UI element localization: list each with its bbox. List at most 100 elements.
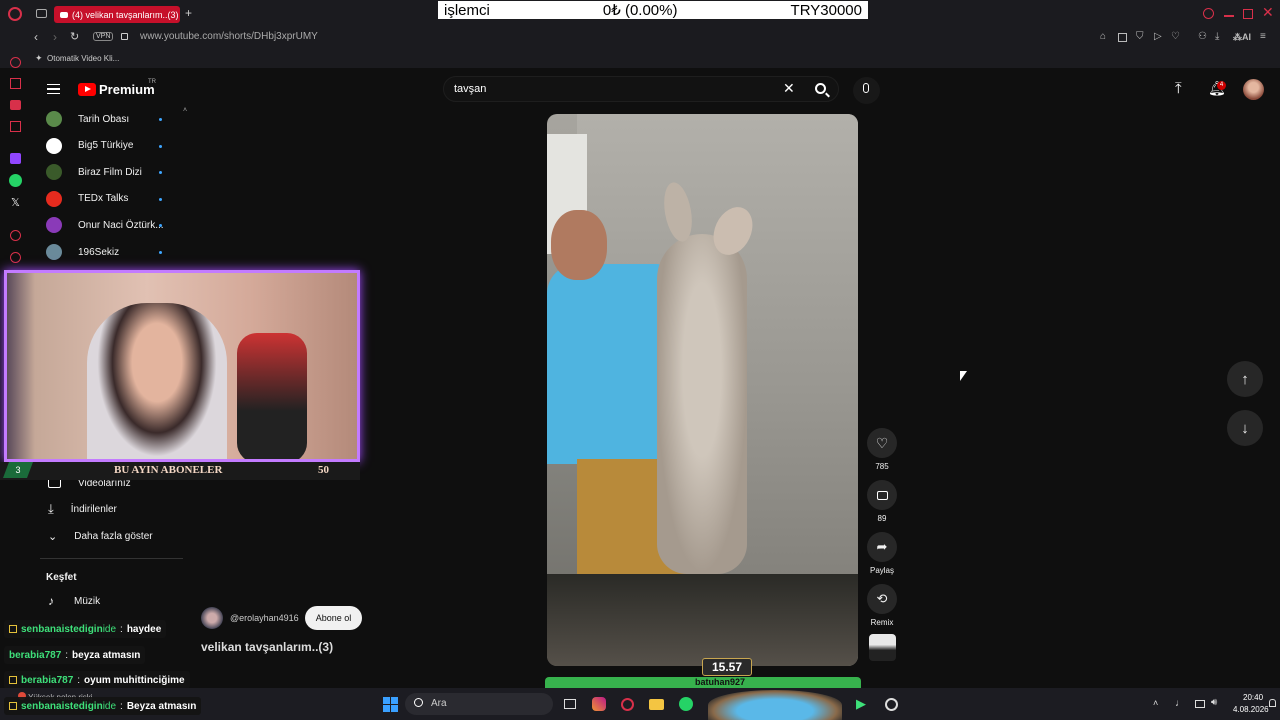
clear-search-icon[interactable]: ✕ <box>783 80 795 97</box>
sidebar-item-label: Daha fazla göster <box>74 530 153 542</box>
heart-icon[interactable]: ♡ <box>1171 31 1180 42</box>
whatsapp-taskbar-icon[interactable] <box>676 694 696 714</box>
subs-count: 50 <box>318 464 329 476</box>
menu-icon[interactable]: ≡ <box>1260 31 1266 42</box>
taskbar-search[interactable]: Ara <box>405 693 553 715</box>
notification-tray-icon[interactable] <box>1269 699 1276 707</box>
bookmark-star-icon: ✦ <box>35 53 43 63</box>
task-view-icon[interactable] <box>560 694 580 714</box>
notification-badge: 4 <box>1217 81 1226 90</box>
logo-region: TR <box>148 79 156 85</box>
app-icon[interactable] <box>881 694 901 714</box>
sidebar-item-label: İndirilenler <box>70 503 117 515</box>
display-tray-icon[interactable] <box>1195 700 1205 708</box>
chat-colon: : <box>77 674 81 686</box>
new-content-dot <box>159 251 162 254</box>
badge-level: 3 <box>3 462 33 478</box>
sidebar-item-music[interactable]: ♪ Müzik <box>40 589 180 613</box>
like-icon: ♡ <box>875 434 889 451</box>
whatsapp-icon[interactable] <box>9 174 22 187</box>
clock-time[interactable]: 20:40 <box>1243 693 1263 702</box>
youtube-logo-icon[interactable] <box>78 83 96 96</box>
sidebar-item-label: Big5 Türkiye <box>78 140 134 152</box>
channel-avatar-icon <box>46 190 62 207</box>
active-tab[interactable]: (4) velikan tavşanlarım..(3) <box>54 6 180 23</box>
bookmark-item[interactable]: Otomatik Video Kli... <box>47 54 119 63</box>
instagram-icon[interactable] <box>589 694 609 714</box>
opera-taskbar-icon[interactable] <box>617 694 637 714</box>
x-icon[interactable]: 𝕏 <box>11 196 20 209</box>
ticker-overlay: işlemci 0₺ (0.00%) TRY30000 <box>438 1 868 19</box>
snapshot-icon[interactable] <box>1118 33 1127 42</box>
tab-switcher-icon[interactable] <box>36 9 47 18</box>
mic-tray-icon[interactable]: ♩ <box>1175 698 1185 709</box>
chat-text: oyum muhittinciğime <box>84 674 185 686</box>
ticker-name: işlemci <box>444 1 490 19</box>
aria-icon[interactable] <box>10 78 21 89</box>
reload-icon[interactable]: ↻ <box>70 30 79 43</box>
forward-icon[interactable]: › <box>53 30 57 44</box>
file-explorer-icon[interactable] <box>646 694 666 714</box>
previous-video-button[interactable]: ↑ <box>1227 361 1263 397</box>
back-icon[interactable]: ‹ <box>34 30 38 44</box>
opera-logo-icon[interactable] <box>8 7 22 21</box>
new-tab-icon[interactable]: + <box>185 6 192 20</box>
close-window-icon[interactable]: ✕ <box>1262 4 1274 21</box>
chat-username-suffix: ide <box>102 700 117 712</box>
account-icon[interactable]: ⚇ <box>1198 31 1207 42</box>
vpn-badge[interactable]: VPN <box>93 32 114 41</box>
pin-icon[interactable]: ⌂ <box>1100 31 1106 42</box>
url-text[interactable]: www.youtube.com/shorts/DHbj3xprUMY <box>140 31 318 42</box>
volume-tray-icon[interactable]: 🔊︎ <box>1211 697 1217 708</box>
upload-icon[interactable]: ⤒ <box>1175 80 1182 97</box>
terminal-icon[interactable]: ▶ <box>851 694 871 714</box>
subs-banner-text: BU AYIN ABONELER <box>114 464 223 476</box>
minimize-icon[interactable] <box>1224 15 1234 17</box>
chat-message: berabia787 : beyza atmasın <box>4 646 146 664</box>
sound-thumbnail[interactable] <box>869 634 896 661</box>
avatar[interactable] <box>1243 79 1264 100</box>
messenger-icon[interactable] <box>10 100 21 110</box>
webcam-person <box>87 303 227 459</box>
address-bar: ‹ › ↻ VPN www.youtube.com/shorts/DHbj3xp… <box>0 28 1280 50</box>
new-content-dot <box>159 118 162 121</box>
clock-icon[interactable] <box>10 252 21 263</box>
comment-button[interactable] <box>867 480 897 510</box>
twitch-icon[interactable] <box>10 153 21 164</box>
download-icon[interactable]: ⤓ <box>1215 31 1219 42</box>
like-count: 785 <box>875 462 889 471</box>
like-button[interactable]: ♡ <box>867 428 897 458</box>
search-input[interactable]: tavşan <box>454 83 486 95</box>
share-button[interactable]: ➦ <box>867 532 897 562</box>
maximize-icon[interactable] <box>1243 9 1253 19</box>
sidebar-item-label: Onur Naci Öztürk... <box>78 219 164 231</box>
player-icon[interactable]: ▷ <box>1154 31 1162 42</box>
sidebar-item-downloads[interactable]: ⤓ İndirilenler <box>40 497 180 521</box>
tray-chevron-icon[interactable]: ˄ <box>1153 698 1158 708</box>
clock-date[interactable]: 4.08.2026 <box>1233 705 1269 714</box>
subscribe-button[interactable]: Abone ol <box>305 606 362 630</box>
history-icon[interactable] <box>10 57 21 68</box>
mouse-cursor-icon <box>960 371 967 381</box>
ai-button[interactable]: ⁂AI <box>1233 32 1251 43</box>
sidebar-item-label: Müzik <box>74 595 101 607</box>
mic-icon[interactable] <box>853 77 880 104</box>
next-video-button[interactable]: ↓ <box>1227 410 1263 446</box>
chat-message: senbanaistedigin ide : Beyza atmasın <box>4 697 202 715</box>
player-sidebar-icon[interactable] <box>10 230 21 241</box>
channel-avatar[interactable] <box>201 607 223 629</box>
channel-handle[interactable]: @erolayhan4916 <box>230 613 299 623</box>
sidebar-item-show-more[interactable]: ⌄ Daha fazla göster <box>40 524 180 548</box>
search-icon[interactable] <box>815 83 826 94</box>
shorts-video[interactable] <box>547 114 858 666</box>
hamburger-menu-icon[interactable] <box>47 84 60 94</box>
windows-start-icon[interactable] <box>380 694 400 714</box>
remix-label: Remix <box>870 618 894 627</box>
sidebar-item-label: 196Sekiz <box>78 246 120 258</box>
search-box[interactable] <box>443 76 839 102</box>
search-tabs-icon[interactable] <box>1203 8 1214 19</box>
news-icon[interactable] <box>10 121 21 132</box>
sidebar-scroll-up-icon[interactable]: ˄ <box>183 107 187 114</box>
remix-button[interactable]: ⟲ <box>867 584 897 614</box>
shield-icon[interactable]: ⛉ <box>1136 31 1144 42</box>
